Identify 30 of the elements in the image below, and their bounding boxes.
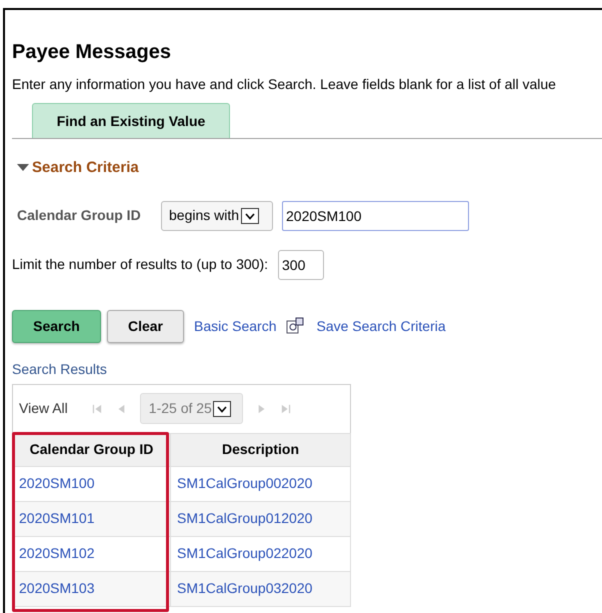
operator-dropdown[interactable]: begins with [161,200,273,230]
value-field[interactable]: 2020SM100 [282,200,469,230]
table-cell[interactable]: SM1CalGroup022020 [170,536,350,571]
instructions-text: Enter any information you have and click Search. Leave fields blank for a list of all value [12,75,557,93]
table-cell[interactable]: SM1CalGroup032020 [170,571,350,606]
link[interactable]: Save Search Criteria [316,316,446,336]
search-button[interactable]: Search [12,310,101,342]
clear-button[interactable]: Clear [107,310,184,342]
page-range-dropdown[interactable]: 1-25 of 25 [140,393,243,424]
table-cell[interactable]: 2020SM103 [12,571,170,606]
column-header[interactable]: Calendar Group ID [12,433,170,466]
table-cell[interactable]: 2020SM102 [12,536,170,571]
dropdown-caret-icon[interactable] [241,208,260,224]
dropdown-caret-icon[interactable] [212,400,231,416]
limit-field[interactable]: 300 [278,250,324,280]
limit-label: Limit the number of results to (up to 300): [12,255,268,274]
results-title: Search Results [12,360,108,378]
field-label: Calendar Group ID [17,206,142,225]
collapse-triangle-icon[interactable] [17,164,29,172]
tab[interactable]: Find an Existing Value [32,103,230,138]
table-cell[interactable]: 2020SM101 [12,501,170,536]
table-cell[interactable]: SM1CalGroup002020 [170,466,350,501]
link[interactable]: Basic Search [194,316,276,336]
view-all-link[interactable]: View All [19,398,68,419]
table-cell[interactable]: SM1CalGroup012020 [170,501,350,536]
table-cell[interactable]: 2020SM100 [12,466,170,501]
column-header[interactable]: Description [170,433,350,466]
page-title: Payee Messages [12,40,172,64]
save-document-icon[interactable] [286,317,304,335]
section-heading: Search Criteria [32,158,139,178]
